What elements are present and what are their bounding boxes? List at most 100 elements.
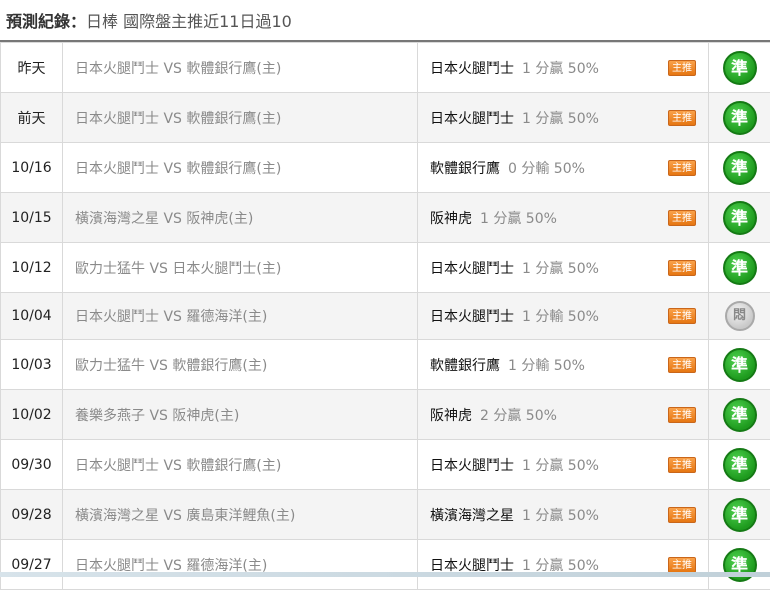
accurate-result-icon: 準 [723,398,757,432]
accurate-result-icon: 準 [723,251,757,285]
row-pick: 軟體銀行鷹 1 分輸 50% 主推 [418,340,709,390]
row-pick: 日本火腿鬥士 1 分輸 50% 主推 [418,293,709,340]
row-result: 準 [709,93,770,143]
main-pick-badge: 主推 [668,357,696,373]
row-date: 10/16 [1,143,63,193]
pick-odds: 1 分輸 50% [522,309,599,325]
row-result: 準 [709,243,770,293]
main-pick-badge: 主推 [668,457,696,473]
main-pick-badge: 主推 [668,407,696,423]
row-match: 橫濱海灣之星 VS 阪神虎(主) [63,193,418,243]
accurate-result-icon: 準 [723,448,757,482]
row-result: 悶 [709,293,770,340]
main-pick-badge: 主推 [668,60,696,76]
row-result: 準 [709,390,770,440]
row-pick: 橫濱海灣之星 1 分贏 50% 主推 [418,490,709,540]
row-match: 日本火腿鬥士 VS 軟體銀行鷹(主) [63,143,418,193]
row-pick: 阪神虎 2 分贏 50% 主推 [418,390,709,440]
accurate-result-icon: 準 [723,101,757,135]
row-date: 10/02 [1,390,63,440]
prediction-row: 10/03歐力士猛牛 VS 軟體銀行鷹(主) 軟體銀行鷹 1 分輸 50% 主推 準 [1,340,770,390]
accurate-result-icon: 準 [723,51,757,85]
row-date: 10/12 [1,243,63,293]
accurate-result-icon: 準 [723,151,757,185]
prediction-row: 09/30日本火腿鬥士 VS 軟體銀行鷹(主) 日本火腿鬥士 1 分贏 50% 主推 準 [1,440,770,490]
pick-odds: 1 分贏 50% [522,111,599,127]
row-match: 日本火腿鬥士 VS 羅德海洋(主) [63,540,418,590]
prediction-row: 昨天日本火腿鬥士 VS 軟體銀行鷹(主) 日本火腿鬥士 1 分贏 50% 主推 準 [1,43,770,93]
pick-odds: 1 分贏 50% [522,61,599,77]
pick-odds: 1 分贏 50% [480,211,557,227]
row-match: 日本火腿鬥士 VS 軟體銀行鷹(主) [63,440,418,490]
row-match: 日本火腿鬥士 VS 羅德海洋(主) [63,293,418,340]
header-label: 預測紀錄： [6,12,86,31]
row-result: 準 [709,193,770,243]
row-match: 歐力士猛牛 VS 軟體銀行鷹(主) [63,340,418,390]
row-pick: 日本火腿鬥士 1 分贏 50% 主推 [418,243,709,293]
row-result: 準 [709,143,770,193]
row-pick: 阪神虎 1 分贏 50% 主推 [418,193,709,243]
row-result: 準 [709,440,770,490]
row-match: 橫濱海灣之星 VS 廣島東洋鯉魚(主) [63,490,418,540]
pick-team: 日本火腿鬥士 [430,261,514,277]
prediction-row: 10/04日本火腿鬥士 VS 羅德海洋(主) 日本火腿鬥士 1 分輸 50% 主推 悶 [1,293,770,340]
row-result: 準 [709,540,770,590]
row-match: 日本火腿鬥士 VS 軟體銀行鷹(主) [63,93,418,143]
pending-result-icon: 悶 [725,301,755,331]
row-pick: 日本火腿鬥士 1 分贏 50% 主推 [418,440,709,490]
prediction-row: 09/28橫濱海灣之星 VS 廣島東洋鯉魚(主) 橫濱海灣之星 1 分贏 50% 主推… [1,490,770,540]
row-match: 日本火腿鬥士 VS 軟體銀行鷹(主) [63,43,418,93]
pick-odds: 1 分贏 50% [522,261,599,277]
prediction-row: 09/27日本火腿鬥士 VS 羅德海洋(主)日本火腿鬥士1 分贏 50%主推準 [1,540,770,590]
row-result: 準 [709,340,770,390]
main-pick-badge: 主推 [668,210,696,226]
row-match: 養樂多燕子 VS 阪神虎(主) [63,390,418,440]
pick-team: 阪神虎 [430,408,472,424]
main-pick-badge: 主推 [668,110,696,126]
row-date: 09/30 [1,440,63,490]
accurate-result-icon: 準 [723,348,757,382]
row-date: 10/04 [1,293,63,340]
prediction-table-container: 昨天日本火腿鬥士 VS 軟體銀行鷹(主)日本火腿鬥士1 分贏 50%主推準前天日… [0,40,770,590]
row-date: 昨天 [1,43,63,93]
row-match: 歐力士猛牛 VS 日本火腿鬥士(主) [63,243,418,293]
pick-team: 軟體銀行鷹 [430,358,500,374]
row-pick: 日本火腿鬥士 1 分贏 50% 主推 [418,43,709,93]
row-date: 10/03 [1,340,63,390]
pick-odds: 0 分輸 50% [508,161,585,177]
prediction-table: 昨天日本火腿鬥士 VS 軟體銀行鷹(主)日本火腿鬥士1 分贏 50%主推準前天日… [0,42,770,590]
prediction-record-header: 預測紀錄：日棒 國際盤主推近11日過10 [0,0,770,40]
row-pick: 日本火腿鬥士1 分贏 50%主推 [418,540,709,590]
main-pick-badge: 主推 [668,557,696,573]
row-date: 10/15 [1,193,63,243]
accurate-result-icon: 準 [723,498,757,532]
pick-odds: 2 分贏 50% [480,408,557,424]
prediction-row: 10/16日本火腿鬥士 VS 軟體銀行鷹(主)軟體銀行鷹0 分輸 50%主推準 [1,143,770,193]
row-result: 準 [709,490,770,540]
row-pick: 日本火腿鬥士1 分贏 50%主推 [418,93,709,143]
prediction-row: 10/12歐力士猛牛 VS 日本火腿鬥士(主) 日本火腿鬥士 1 分贏 50% 主推 準 [1,243,770,293]
pick-team: 日本火腿鬥士 [430,61,514,77]
pick-team: 日本火腿鬥士 [430,309,514,325]
accurate-result-icon: 準 [723,201,757,235]
pick-team: 軟體銀行鷹 [430,161,500,177]
horizontal-scrollbar[interactable] [0,572,770,577]
row-pick: 軟體銀行鷹0 分輸 50%主推 [418,143,709,193]
main-pick-badge: 主推 [668,260,696,276]
pick-odds: 1 分贏 50% [522,508,599,524]
pick-team: 日本火腿鬥士 [430,458,514,474]
pick-odds: 1 分贏 50% [522,458,599,474]
main-pick-badge: 主推 [668,308,696,324]
row-date: 前天 [1,93,63,143]
row-date: 09/28 [1,490,63,540]
pick-team: 橫濱海灣之星 [430,508,514,524]
prediction-rows: 昨天日本火腿鬥士 VS 軟體銀行鷹(主)日本火腿鬥士1 分贏 50%主推準前天日… [1,43,770,590]
main-pick-badge: 主推 [668,507,696,523]
row-result: 準 [709,43,770,93]
prediction-row: 10/15橫濱海灣之星 VS 阪神虎(主) 阪神虎 1 分贏 50% 主推 準 [1,193,770,243]
row-date: 09/27 [1,540,63,590]
header-text: 日棒 國際盤主推近11日過10 [86,12,292,31]
pick-team: 阪神虎 [430,211,472,227]
pick-odds: 1 分輸 50% [508,358,585,374]
prediction-row: 前天日本火腿鬥士 VS 軟體銀行鷹(主)日本火腿鬥士1 分贏 50%主推準 [1,93,770,143]
